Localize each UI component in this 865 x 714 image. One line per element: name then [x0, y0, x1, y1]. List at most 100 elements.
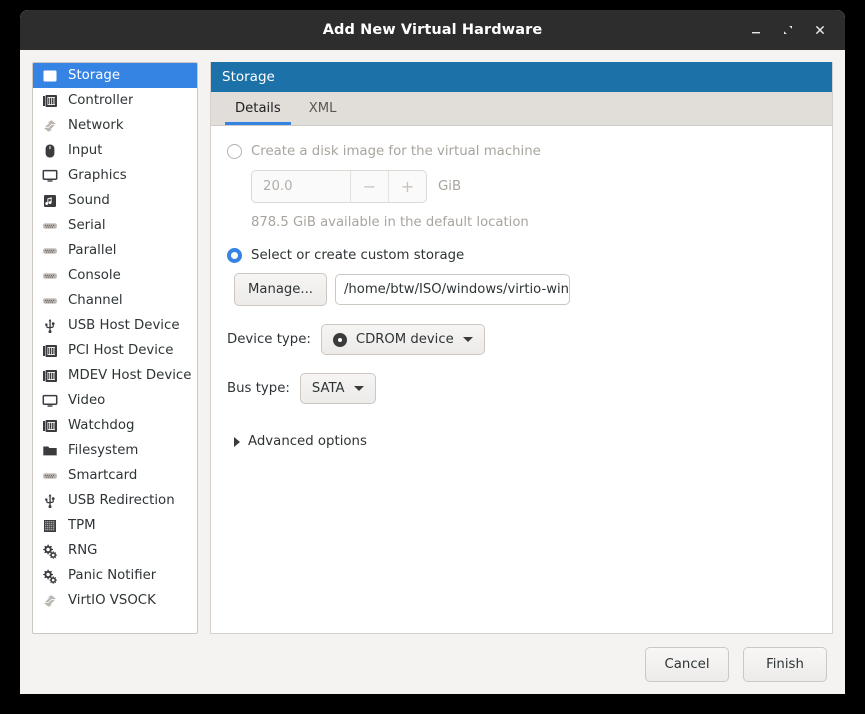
sidebar-item-video[interactable]: Video [33, 388, 197, 413]
controller-card-icon [41, 92, 59, 110]
sidebar-item-console[interactable]: Console [33, 263, 197, 288]
serial-port-icon [41, 217, 59, 235]
sidebar-item-virtio-vsock[interactable]: VirtIO VSOCK [33, 588, 197, 613]
custom-storage-radio-row[interactable]: Select or create custom storage [227, 248, 816, 263]
create-disk-image-radio[interactable] [227, 144, 242, 159]
sidebar-item-label: Watchdog [68, 418, 135, 433]
sidebar-item-mdev-host-device[interactable]: MDEV Host Device [33, 363, 197, 388]
sidebar-item-label: Controller [68, 93, 134, 108]
sidebar-item-label: Graphics [68, 168, 127, 183]
bus-type-row: Bus type: SATA [227, 373, 816, 404]
window-title: Add New Virtual Hardware [322, 22, 543, 38]
sidebar-item-channel[interactable]: Channel [33, 288, 197, 313]
sidebar-item-watchdog[interactable]: Watchdog [33, 413, 197, 438]
device-type-dropdown[interactable]: CDROM device [320, 324, 485, 355]
bus-type-label: Bus type: [227, 381, 290, 396]
sidebar-item-usb-redirection[interactable]: USB Redirection [33, 488, 197, 513]
usb-icon [41, 317, 59, 335]
display-icon [41, 392, 59, 410]
sidebar-item-label: Panic Notifier [68, 568, 157, 583]
sidebar-item-graphics[interactable]: Graphics [33, 163, 197, 188]
serial-port-icon [41, 292, 59, 310]
storage-icon [41, 67, 59, 85]
disk-size-unit-label: GiB [438, 179, 462, 194]
chevron-down-icon [353, 386, 364, 391]
sidebar-item-label: Storage [68, 68, 121, 83]
sidebar-item-panic-notifier[interactable]: Panic Notifier [33, 563, 197, 588]
maximize-button[interactable] [775, 17, 801, 43]
tab-details[interactable]: Details [221, 92, 295, 125]
disk-size-input[interactable]: 20.0 [252, 171, 350, 202]
sidebar-item-label: USB Redirection [68, 493, 175, 508]
disk-size-increment-button[interactable]: + [388, 171, 426, 202]
cancel-button[interactable]: Cancel [645, 646, 729, 682]
hardware-type-list[interactable]: Storage Controller Network Input Graphics Sou… [32, 62, 198, 634]
device-type-value: CDROM device [355, 332, 454, 347]
sidebar-item-parallel[interactable]: Parallel [33, 238, 197, 263]
finish-button[interactable]: Finish [743, 646, 827, 682]
minimize-button[interactable] [743, 17, 769, 43]
sidebar-item-usb-host-device[interactable]: USB Host Device [33, 313, 197, 338]
window-controls [743, 17, 845, 43]
advanced-options-disclosure[interactable]: Advanced options [234, 434, 816, 449]
controller-card-icon [41, 367, 59, 385]
network-icon [41, 117, 59, 135]
device-type-row: Device type: CDROM device [227, 324, 816, 355]
gears-icon [41, 542, 59, 560]
disk-size-spinner[interactable]: 20.0 − + [251, 170, 427, 203]
cdrom-icon [332, 332, 347, 347]
sidebar-item-label: Video [68, 393, 106, 408]
sidebar-item-pci-host-device[interactable]: PCI Host Device [33, 338, 197, 363]
triangle-right-icon [234, 436, 240, 447]
sidebar-item-label: Input [68, 143, 103, 158]
disk-size-row: 20.0 − + GiB [251, 170, 816, 203]
sidebar-item-tpm[interactable]: TPM [33, 513, 197, 538]
bus-type-value: SATA [311, 381, 345, 396]
sidebar-item-label: Network [68, 118, 124, 133]
sidebar-item-serial[interactable]: Serial [33, 213, 197, 238]
sidebar-item-smartcard[interactable]: Smartcard [33, 463, 197, 488]
tab-xml[interactable]: XML [295, 92, 351, 125]
sidebar-item-storage[interactable]: Storage [33, 63, 197, 88]
sidebar-item-label: Serial [68, 218, 106, 233]
storage-form: Create a disk image for the virtual mach… [211, 126, 832, 633]
sidebar-item-label: MDEV Host Device [68, 368, 192, 383]
controller-card-icon [41, 342, 59, 360]
sidebar-item-label: USB Host Device [68, 318, 180, 333]
sidebar-item-network[interactable]: Network [33, 113, 197, 138]
sidebar-item-rng[interactable]: RNG [33, 538, 197, 563]
panel-header-title: Storage [211, 62, 832, 92]
serial-port-icon [41, 242, 59, 260]
serial-port-icon [41, 267, 59, 285]
content-row: Storage Controller Network Input Graphics Sou… [20, 50, 845, 634]
storage-path-input[interactable]: /home/btw/ISO/windows/virtio-win.iso [334, 274, 570, 305]
sidebar-item-label: Channel [68, 293, 123, 308]
sidebar-item-input[interactable]: Input [33, 138, 197, 163]
bus-type-dropdown[interactable]: SATA [299, 373, 376, 404]
sidebar-item-label: Filesystem [68, 443, 139, 458]
storage-path-value: /home/btw/ISO/windows/virtio-win.iso [343, 282, 570, 297]
gears-icon [41, 567, 59, 585]
available-space-label: 878.5 GiB available in the default locat… [251, 215, 529, 230]
sidebar-item-controller[interactable]: Controller [33, 88, 197, 113]
create-disk-image-radio-row[interactable]: Create a disk image for the virtual mach… [227, 144, 816, 159]
manage-button[interactable]: Manage... [234, 273, 327, 306]
folder-icon [41, 442, 59, 460]
sidebar-item-sound[interactable]: Sound [33, 188, 197, 213]
custom-storage-radio[interactable] [227, 248, 242, 263]
sidebar-item-filesystem[interactable]: Filesystem [33, 438, 197, 463]
device-type-label: Device type: [227, 332, 311, 347]
disk-size-decrement-button[interactable]: − [350, 171, 388, 202]
chevron-down-icon [462, 337, 473, 342]
mouse-icon [41, 142, 59, 160]
advanced-options-label: Advanced options [248, 434, 367, 449]
chip-icon [41, 517, 59, 535]
usb-icon [41, 492, 59, 510]
sidebar-item-label: PCI Host Device [68, 343, 174, 358]
sound-icon [41, 192, 59, 210]
details-panel: Storage Details XML Create a disk image … [210, 62, 833, 634]
sidebar-item-label: Console [68, 268, 121, 283]
add-hardware-dialog: Add New Virtual Hardware Storage Control… [20, 10, 845, 694]
sidebar-item-label: TPM [68, 518, 96, 533]
close-button[interactable] [807, 17, 833, 43]
